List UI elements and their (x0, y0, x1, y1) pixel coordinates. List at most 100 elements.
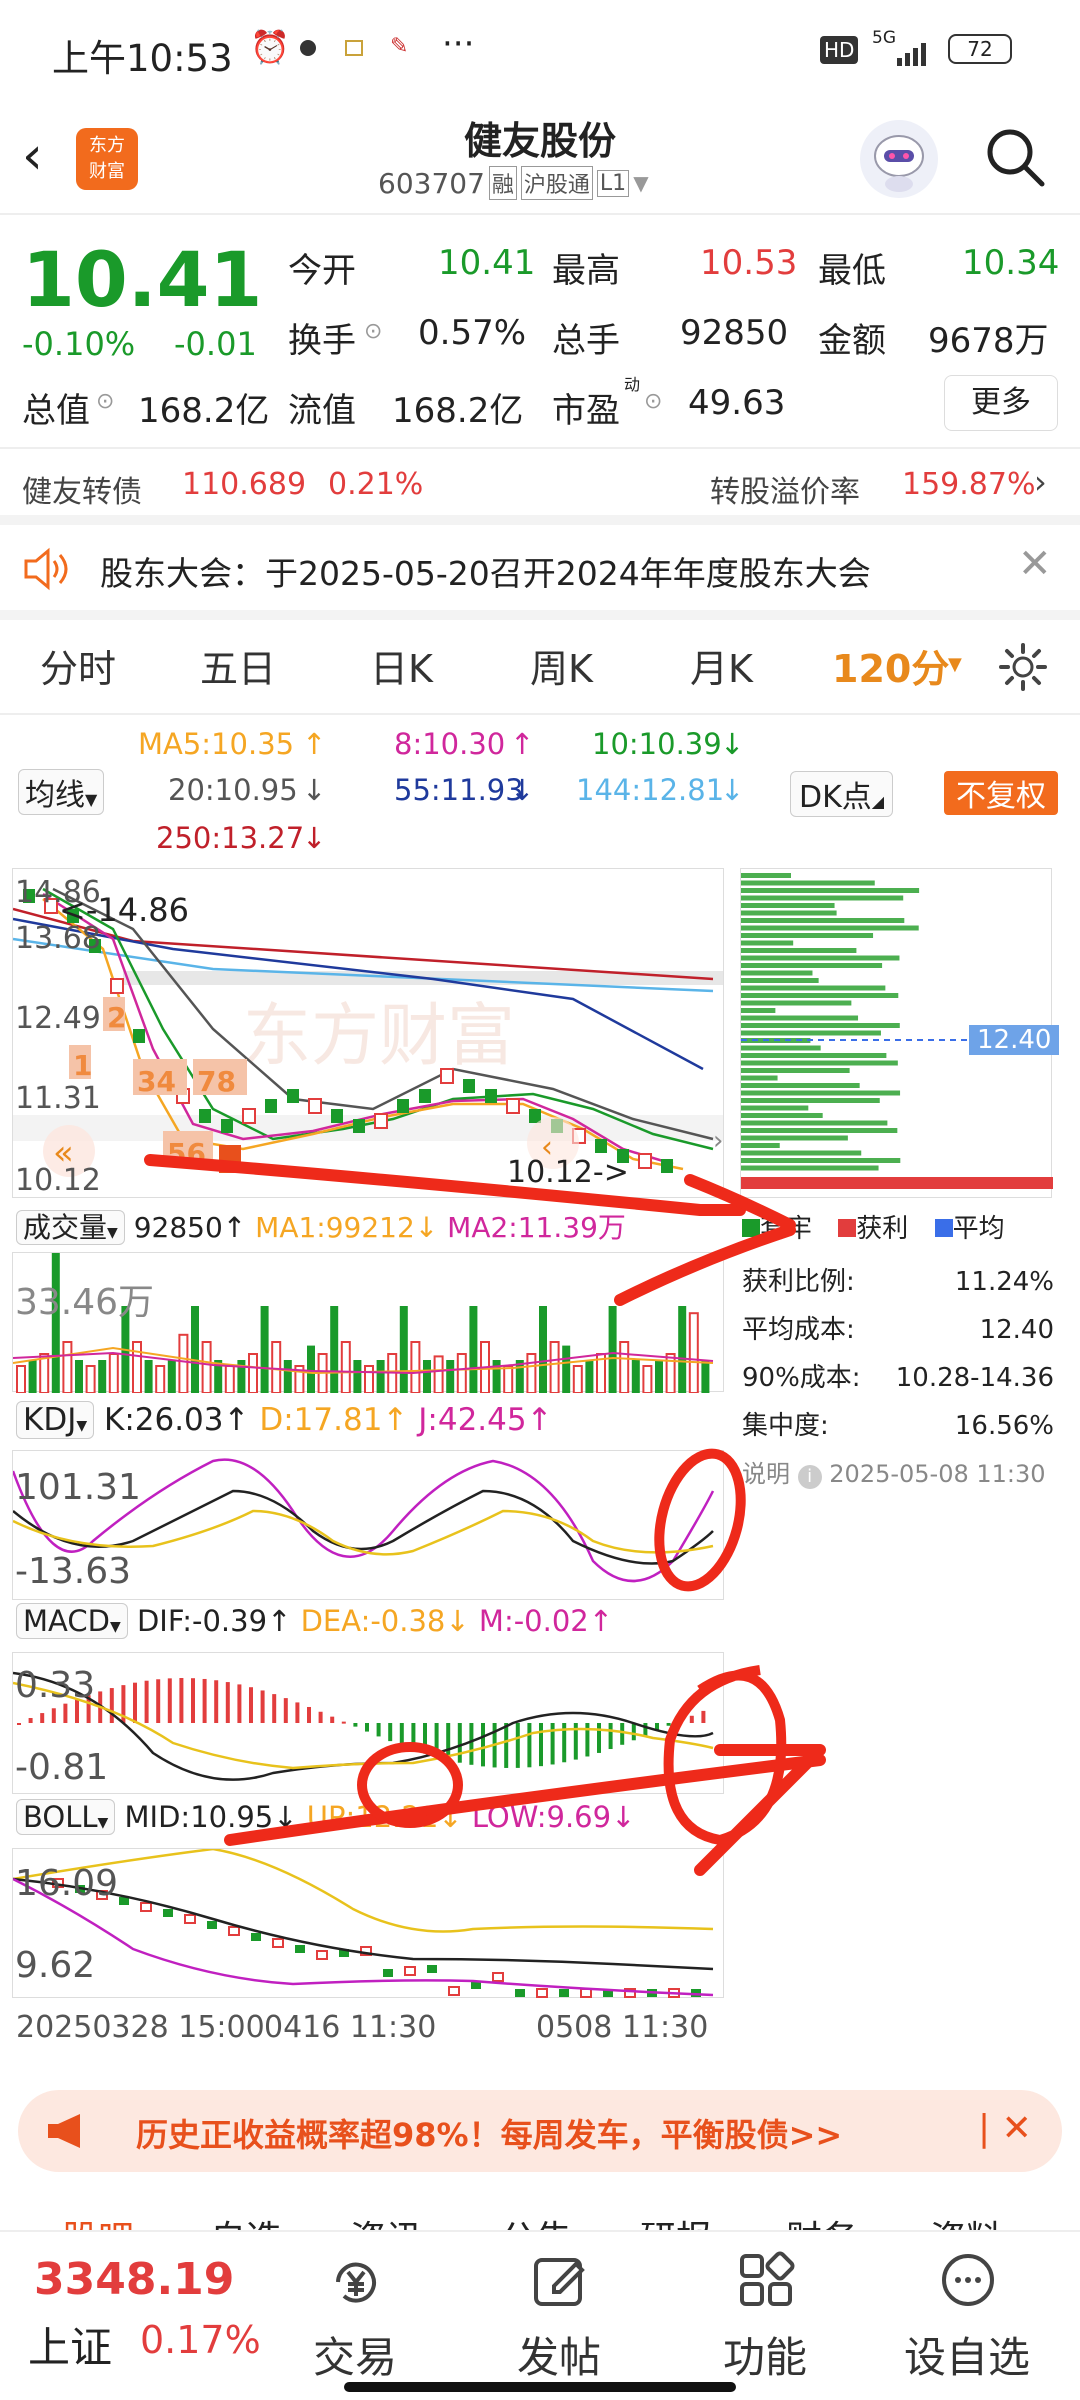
tab-weekly[interactable]: 周K (530, 638, 593, 693)
tab-intraday[interactable]: 分时 (40, 638, 116, 693)
macd-bar (666, 1723, 671, 1726)
tab-self[interactable]: 自选 (210, 2210, 282, 2230)
tab-research[interactable]: 研报 (640, 2210, 712, 2230)
macd-bar (144, 1680, 149, 1723)
status-bar: 上午10:53 ⏰ ✎ ··· HD 5G 72 (0, 0, 1080, 100)
robot-assistant-icon[interactable] (860, 120, 938, 198)
volume-bar (562, 1345, 571, 1393)
chip-note-link[interactable]: 说明 (742, 1460, 790, 1488)
macd-bar (620, 1723, 625, 1745)
macd-chart[interactable]: 0.33 -0.81 (12, 1652, 724, 1794)
more-button[interactable]: 更多 (944, 375, 1058, 431)
macd-bar (701, 1710, 706, 1723)
boll-selector[interactable]: BOLL▼ (16, 1799, 116, 1835)
tab-finance[interactable]: 财务 (786, 2210, 858, 2230)
boll-candle (184, 1914, 196, 1924)
volume-bar (132, 1341, 142, 1394)
stock-header: ‹ 东方 财富 健友股份 603707 融 沪股通 L1 ▼ (0, 100, 1080, 215)
chip-bar (741, 1068, 850, 1073)
macd-selector[interactable]: MACD▼ (16, 1603, 128, 1639)
macd-bar (283, 1698, 288, 1723)
bond-label[interactable]: 健友转债 (22, 467, 142, 511)
chip-legend: 套牢 获利 平均 (742, 1208, 1062, 1244)
volume-selector[interactable]: 成交量▼ (16, 1210, 125, 1245)
settings-gear-icon[interactable] (996, 640, 1050, 694)
x-label: 20250328 15:00 (16, 2010, 265, 2045)
ma20-value: 20:10.95 (168, 773, 298, 807)
volume-bar (167, 1360, 176, 1393)
tab-five-day[interactable]: 五日 (200, 638, 276, 693)
kdj-selector[interactable]: KDJ▼ (16, 1401, 95, 1439)
index-name[interactable]: 上证 (28, 2314, 112, 2375)
tab-notice[interactable]: 公告 (500, 2210, 572, 2230)
high-label: 最高 (552, 251, 620, 291)
index-value[interactable]: 3348.19 (34, 2254, 234, 2305)
volume-bar (526, 1353, 537, 1394)
more-circle-icon (938, 2250, 998, 2310)
low-value: 10.34 (962, 243, 1060, 283)
search-icon[interactable] (980, 122, 1050, 192)
volume-bar (201, 1341, 212, 1394)
chip-bar (741, 1053, 887, 1058)
chip-bar (741, 978, 819, 983)
tab-120min[interactable]: 120分 (832, 638, 949, 693)
kline-marker: 78 (197, 1065, 236, 1098)
info-icon[interactable]: ⊙ (644, 389, 662, 414)
volume-bar (307, 1345, 315, 1393)
volume-chart[interactable]: 33.46万 (12, 1248, 724, 1395)
dropdown-icon[interactable]: ▼ (948, 654, 962, 675)
kline-marker: 2 (107, 1001, 126, 1034)
chip-bar (741, 963, 883, 968)
close-icon[interactable]: ✕ (1018, 541, 1052, 587)
ma-selector[interactable]: 均线▼ (18, 769, 105, 815)
level-tag[interactable]: L1 (596, 169, 630, 197)
chevron-right-icon[interactable]: › (1034, 463, 1047, 501)
tab-news[interactable]: 资讯 (350, 2210, 422, 2230)
kline-marker: 56 (167, 1137, 206, 1170)
detail-tabs: 股吧 自选 资讯 公告 研报 财务 资料 (0, 2190, 1080, 2230)
float-label: 流值 (288, 391, 356, 431)
volume-bar (85, 1365, 96, 1394)
open-value: 10.41 (438, 243, 536, 283)
macd-bar (411, 1723, 416, 1750)
boll-candle (163, 1909, 173, 1917)
boll-chart[interactable]: 16.09 9.62 (12, 1847, 724, 1998)
dk-point-toggle[interactable]: DK点◢ (790, 771, 894, 817)
announcement-bar[interactable]: 股东大会：于2025-05-20召开2024年年度股东大会 ✕ (0, 525, 1080, 620)
tab-profile[interactable]: 资料 (930, 2210, 1002, 2230)
kline-candle (199, 1109, 211, 1123)
turnover-value: 0.57% (418, 313, 527, 353)
margin-tag: 融 (488, 166, 517, 200)
tab-daily[interactable]: 日K (370, 638, 433, 693)
kline-candle (133, 1029, 145, 1043)
high-marker: <-14.86 (59, 891, 189, 929)
tab-monthly[interactable]: 月K (690, 638, 753, 693)
announcement-text[interactable]: 股东大会：于2025-05-20召开2024年年度股东大会 (100, 547, 871, 595)
macd-bar (469, 1723, 474, 1765)
mktcap-value: 168.2亿 (138, 391, 270, 431)
kline-candle (595, 1139, 607, 1153)
macd-bar (330, 1716, 335, 1723)
info-icon[interactable]: ⊙ (96, 389, 114, 414)
watermark: 东方财富 (243, 998, 515, 1074)
chip-bar (741, 1060, 898, 1066)
dropdown-icon[interactable]: ▼ (633, 171, 648, 195)
info-icon[interactable]: ⊙ (364, 319, 382, 344)
stock-code-row: 603707 融 沪股通 L1 ▼ (378, 166, 649, 200)
macd-bar (156, 1679, 161, 1723)
macd-bar (249, 1687, 253, 1723)
kdj-chart[interactable]: 101.31 -13.63 (11, 1450, 724, 1600)
close-icon[interactable]: | ✕ (978, 2108, 1032, 2149)
chip-bar (741, 1113, 823, 1118)
volume-bar (28, 1360, 37, 1393)
status-time: 上午10:53 (52, 37, 233, 80)
promo-banner[interactable]: 历史正收益概率超98%！每周发车，平衡股债>> | ✕ (18, 2090, 1062, 2172)
macd-bar (318, 1711, 323, 1723)
promo-text[interactable]: 历史正收益概率超98%！每周发车，平衡股债>> (136, 2110, 842, 2156)
tab-guba[interactable]: 股吧 (62, 2210, 134, 2230)
pe-value: 49.63 (688, 383, 786, 423)
kline-chart[interactable]: 东方财富 2 1 34 78 56 « ‹ › 14.86 13.68 12.4… (12, 868, 724, 1198)
chip-distribution[interactable]: 12.40 (740, 868, 1060, 1198)
battery-icon: 72 (948, 34, 1012, 64)
adjust-button[interactable]: 不复权 (944, 771, 1058, 815)
